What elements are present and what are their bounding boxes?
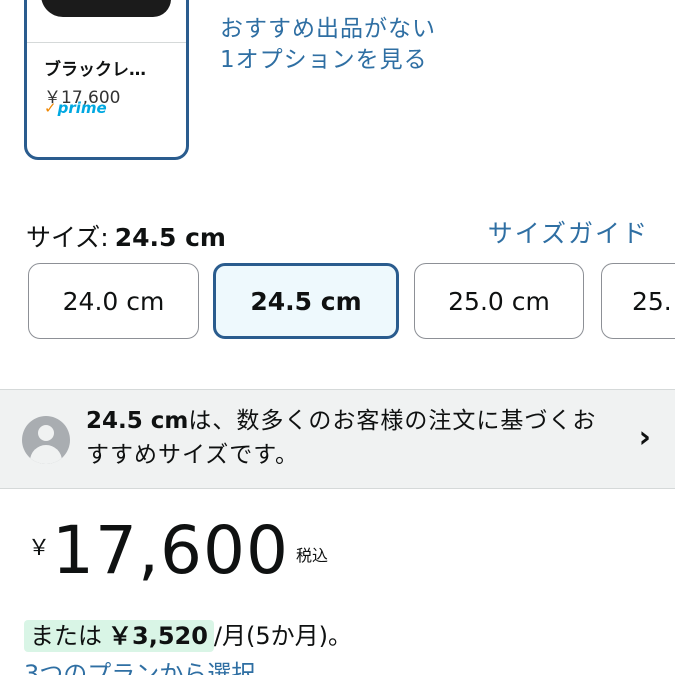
size-guide-link[interactable]: サイズガイド [488,214,649,250]
installment-info: または ￥3,520/月(5か月)。 [24,616,353,652]
size-label-text: サイズ: [26,223,109,252]
variant-name: ブラックレ… [44,60,146,80]
size-option-24-5[interactable]: 24.5 cm [213,263,399,339]
size-option-24-0[interactable]: 24.0 cm [28,263,199,339]
price-currency: ￥ [28,536,51,561]
prime-badge: ✓prime [44,99,107,117]
size-recommendation-banner[interactable]: 24.5 cmは、数多くのお客様の注文に基づくおすすめサイズです。 › [0,389,675,489]
tax-label: 税込 [296,546,329,565]
installment-amount: ￥3,520 [108,622,208,650]
selected-variant-card[interactable]: ブラックレ… ￥17,600 ✓prime [24,0,189,160]
no-offer-line-1: おすすめ出品がない [220,16,436,42]
size-selected-value: 24.5 cm [114,223,226,252]
size-label: サイズ: 24.5 cm [26,218,226,254]
size-option-25-0[interactable]: 25.0 cm [414,263,584,339]
installment-highlight: または ￥3,520 [24,620,214,652]
prime-check-icon: ✓ [44,99,57,117]
recommendation-text: 24.5 cmは、数多くのお客様の注文に基づくおすすめサイズです。 [86,404,606,472]
variant-thumbnail [27,0,186,43]
chevron-right-icon: › [638,420,651,455]
no-offer-link[interactable]: おすすめ出品がない 1オプションを見る [220,14,436,76]
price-amount: 17,600 [52,512,289,589]
plans-link[interactable]: 3つのプランから選択 [24,654,255,675]
size-option-25-5[interactable]: 25. [601,263,675,339]
prime-label: prime [57,99,107,117]
recommended-size: 24.5 cm [86,408,189,434]
user-avatar-icon [22,416,70,464]
shoe-image [41,0,171,17]
installment-prefix: または [30,622,102,650]
installment-suffix: /月(5か月)。 [213,622,353,650]
no-offer-line-2: 1オプションを見る [220,47,428,73]
